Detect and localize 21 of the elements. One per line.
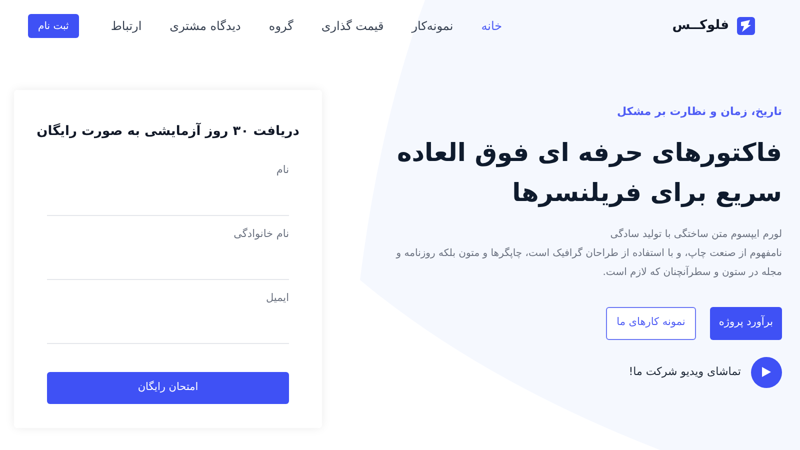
brand-name: فلوکــس <box>672 17 729 36</box>
nav-link[interactable]: نمونه‌کار <box>412 17 454 35</box>
hero-title: فاکتورهای حرفه ای فوق العاده سریع برای فریلنسرها <box>396 136 782 210</box>
primary-button[interactable]: برآورد پروژه <box>710 306 782 340</box>
logo-icon <box>737 17 755 35</box>
form-field[interactable]: نام <box>47 152 289 216</box>
form-title: دریافت ۳۰ روز آزمایشی به صورت رایگان <box>36 122 300 141</box>
form-field[interactable]: نام خانوادگی <box>47 216 289 280</box>
outline-button[interactable]: نمونه کارهای ما <box>606 306 696 340</box>
nav-link[interactable]: قیمت گذاری <box>321 17 384 35</box>
signup-button[interactable]: ثبت نام <box>28 14 79 38</box>
nav-link[interactable]: ارتباط <box>110 17 142 35</box>
hero-eyebrow: تاریخ، زمان و نظارت بر مشکل <box>616 104 782 120</box>
submit-button[interactable]: امتحان رایگان <box>47 372 289 404</box>
nav-link[interactable]: خانه <box>481 17 502 35</box>
form-field[interactable]: ایمیل <box>47 280 289 344</box>
nav-link[interactable]: دیدگاه مشتری <box>170 17 241 35</box>
video-link[interactable]: تماشای ویدیو شرکت ما! <box>628 364 741 380</box>
hero-description: لورم ایپسوم متن ساختگی با تولید سادگی نامفهوم از صنعت چاپ، و با استفاده از طراحان گرافیک است، چاپگرها و متون بلکه روزنامه و مجله در ستون و سطرآنچنان که لازم است. <box>394 227 782 280</box>
nav-link[interactable]: گروه <box>268 17 294 35</box>
play-icon <box>762 367 771 377</box>
